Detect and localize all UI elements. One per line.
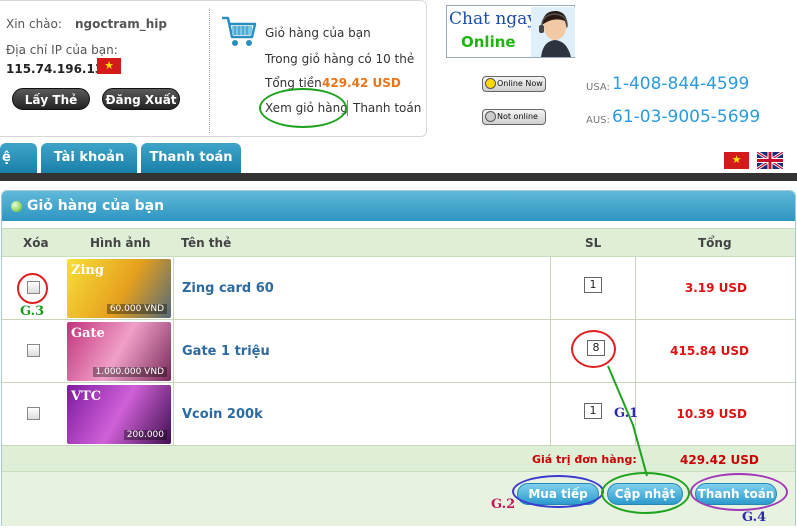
quantity-input[interactable]: 1 [584,403,602,419]
continue-shopping-button[interactable]: Mua tiếp [517,483,599,505]
table-row: Zing 60.000 VND Zing card 60 1 3.19 USD [2,257,795,320]
chat-now-banner[interactable]: Chat ngay Online [446,5,575,58]
divider [209,9,210,133]
order-total-value: 429.42 USD [680,453,759,467]
smiley-icon [485,78,496,89]
mini-cart-title: Giỏ hàng của bạn [265,26,371,40]
annotation-label-g4: G.4 [742,510,767,525]
cart-panel-title: Giỏ hàng của bạn [27,198,165,214]
cell-divider [550,383,551,446]
cart-panel: Giỏ hàng của bạn Xóa Hình ảnh Tên thẻ SL… [1,190,796,526]
shopping-cart-icon [222,16,257,46]
card-thumbnail: Zing 60.000 VND [67,259,171,318]
update-cart-button[interactable]: Cập nhật [607,483,683,505]
mini-cart-total-label: Tổng tiền : [265,76,330,90]
column-qty: SL [585,236,602,250]
vietnam-flag-icon [97,58,121,74]
delete-checkbox[interactable] [27,281,40,294]
not-online-button[interactable]: Not online [482,109,546,125]
usa-phone-number: 1-408-844-4599 [612,74,750,94]
link-separator [347,100,348,116]
product-name: Gate 1 triệu [182,344,270,359]
product-name: Vcoin 200k [182,407,263,422]
card-thumbnail: Gate 1.000.000 VND [67,322,171,381]
green-bullet-icon [11,201,22,212]
cell-divider [550,320,551,383]
table-row: Gate 1.000.000 VND Gate 1 triệu 8 415.84… [2,320,795,383]
cell-divider [635,320,636,383]
cell-divider [173,257,174,320]
cell-divider [173,320,174,383]
username: ngoctram_hip [75,17,167,31]
mini-cart-checkout-link[interactable]: Thanh toán [353,101,421,115]
quantity-input[interactable]: 8 [587,340,605,356]
delete-checkbox[interactable] [27,407,40,420]
column-name: Tên thẻ [181,236,232,250]
greeting-label: Xin chào: [6,17,62,31]
user-info-box: Xin chào: ngoctram_hip Địa chỉ IP của bạ… [0,0,427,137]
row-total: 10.39 USD [676,407,747,421]
column-total: Tổng [698,236,732,250]
delete-checkbox[interactable] [27,344,40,357]
thumbnail-subcaption: 1.000.000 VND [92,367,167,377]
checkout-button[interactable]: Thanh toán [695,483,777,505]
logout-button[interactable]: Đăng Xuất [102,88,180,110]
order-summary: Giá trị đơn hàng: 429.42 USD [2,446,795,472]
column-image: Hình ảnh [90,236,151,250]
usa-phone-label: USA: [586,82,610,93]
thumbnail-subcaption: 200.000 [123,430,167,440]
cell-divider [635,257,636,320]
mini-cart-count: Trong giỏ hàng có 10 thẻ [265,52,415,66]
aus-phone-label: AUS: [586,115,610,126]
row-total: 3.19 USD [684,281,747,295]
annotation-label-g1: G.1 [614,406,639,421]
order-total-label: Giá trị đơn hàng: [532,453,637,466]
uk-flag-icon[interactable] [757,152,783,169]
thumbnail-caption: VTC [71,389,102,404]
row-total: 415.84 USD [670,344,749,358]
cell-divider [173,383,174,446]
cell-divider [550,257,551,320]
mini-cart-total-value: 429.42 USD [322,76,401,90]
nav-bar [0,173,797,181]
tab-account[interactable]: Tài khoản [41,143,137,173]
ip-label: Địa chỉ IP của bạn: [6,43,118,57]
online-now-button[interactable]: Online Now [482,76,546,92]
chat-now-text: Chat ngay [449,9,537,29]
card-thumbnail: VTC 200.000 [67,385,171,444]
annotation-label-g2: G.2 [491,497,516,512]
quantity-input[interactable]: 1 [584,277,602,293]
tab-partial[interactable]: ệ [0,143,37,173]
column-delete: Xóa [23,236,49,250]
annotation-label-g3: G.3 [20,304,45,319]
product-name: Zing card 60 [182,281,274,296]
cart-panel-header: Giỏ hàng của bạn [2,191,795,221]
thumbnail-subcaption: 60.000 VND [106,304,167,314]
get-card-button[interactable]: Lấy Thẻ [12,88,90,110]
table-row: VTC 200.000 Vcoin 200k 1 10.39 USD [2,383,795,446]
not-online-label: Not online [497,112,538,121]
support-agent-icon [531,7,575,57]
thumbnail-caption: Zing [71,263,104,278]
smiley-icon [485,111,496,122]
ip-value: 115.74.196.136 [6,62,112,76]
thumbnail-caption: Gate [71,326,105,341]
vietnam-flag-icon[interactable] [724,152,749,169]
tab-payment[interactable]: Thanh toán [141,143,241,173]
cart-table-header: Xóa Hình ảnh Tên thẻ SL Tổng [2,228,795,257]
chat-online-text: Online [461,33,516,51]
view-cart-link[interactable]: Xem giỏ hàng [265,101,348,115]
online-now-label: Online Now [497,79,543,88]
aus-phone-number: 61-03-9005-5699 [612,107,761,127]
